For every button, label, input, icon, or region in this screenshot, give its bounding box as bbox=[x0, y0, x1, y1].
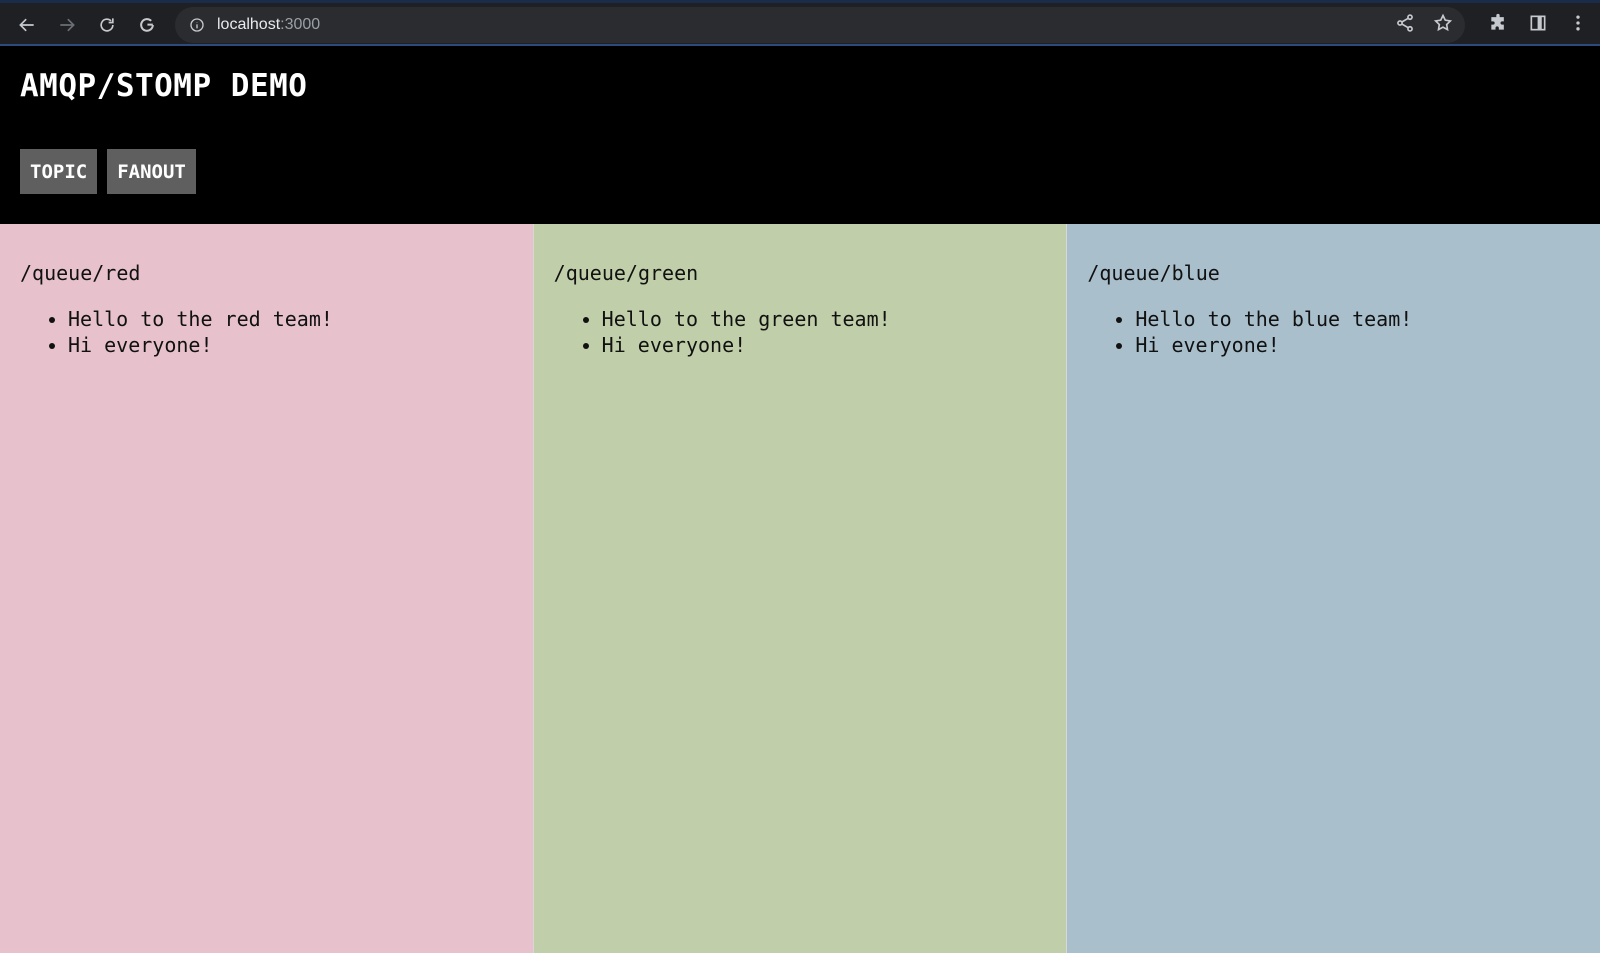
google-icon[interactable] bbox=[134, 12, 160, 38]
message-item: Hi everyone! bbox=[1135, 332, 1580, 358]
side-panel-icon[interactable] bbox=[1528, 13, 1548, 37]
message-item: Hello to the red team! bbox=[68, 306, 513, 332]
reload-icon[interactable] bbox=[94, 12, 120, 38]
queue-title-green: /queue/green bbox=[553, 261, 699, 285]
queue-title-blue: /queue/blue bbox=[1087, 261, 1220, 285]
extensions-icon[interactable] bbox=[1488, 13, 1508, 37]
more-menu-icon[interactable] bbox=[1568, 13, 1588, 37]
message-item: Hello to the blue team! bbox=[1135, 306, 1580, 332]
message-item: Hi everyone! bbox=[68, 332, 513, 358]
url-text[interactable]: localhost:3000 bbox=[217, 16, 320, 34]
browser-toolbar: localhost:3000 bbox=[0, 0, 1600, 46]
bookmark-star-icon[interactable] bbox=[1433, 13, 1453, 37]
url-host: localhost bbox=[217, 16, 281, 33]
page-title: AMQP/STOMP DEMO bbox=[20, 68, 308, 104]
message-item: Hi everyone! bbox=[602, 332, 1047, 358]
queue-title-red: /queue/red bbox=[20, 261, 141, 285]
queue-panel-red: /queue/red Hello to the red team! Hi eve… bbox=[0, 224, 534, 953]
topic-button[interactable]: TOPIC bbox=[20, 149, 98, 194]
exchange-buttons: TOPIC FANOUT bbox=[20, 149, 196, 194]
queue-panel-blue: /queue/blue Hello to the blue team! Hi e… bbox=[1067, 224, 1600, 953]
forward-icon[interactable] bbox=[54, 12, 80, 38]
site-info-icon[interactable] bbox=[189, 17, 205, 33]
back-icon[interactable] bbox=[14, 12, 40, 38]
app-header: AMQP/STOMP DEMO TOPIC FANOUT bbox=[0, 46, 1600, 224]
url-port: :3000 bbox=[280, 16, 321, 33]
queue-panels: /queue/red Hello to the red team! Hi eve… bbox=[0, 224, 1600, 953]
address-bar[interactable]: localhost:3000 bbox=[175, 7, 1465, 43]
message-item: Hello to the green team! bbox=[602, 306, 1047, 332]
message-list-red: Hello to the red team! Hi everyone! bbox=[20, 306, 513, 358]
queue-panel-green: /queue/green Hello to the green team! Hi… bbox=[533, 224, 1068, 953]
message-list-blue: Hello to the blue team! Hi everyone! bbox=[1087, 306, 1580, 358]
share-icon[interactable] bbox=[1395, 13, 1415, 37]
fanout-button[interactable]: FANOUT bbox=[107, 149, 196, 194]
message-list-green: Hello to the green team! Hi everyone! bbox=[554, 306, 1047, 358]
